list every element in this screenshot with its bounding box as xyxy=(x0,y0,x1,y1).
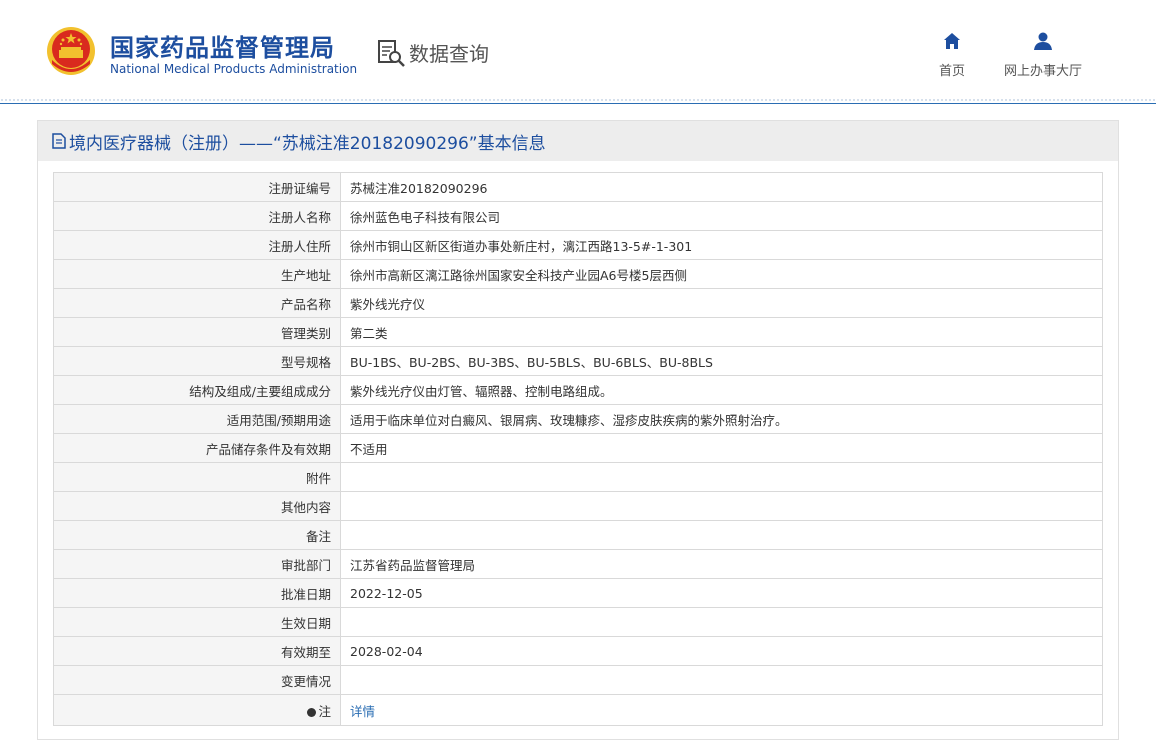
row-value: 适用于临床单位对白癜风、银屑病、玫瑰糠疹、湿疹皮肤疾病的紫外照射治疗。 xyxy=(340,404,1103,434)
document-icon xyxy=(52,133,66,149)
home-icon xyxy=(944,33,960,49)
note-label: 注 xyxy=(318,703,331,719)
row-value xyxy=(340,665,1103,695)
table-row: 注册证编号 苏械注准20182090296 xyxy=(53,172,1103,202)
row-label: 其他内容 xyxy=(53,491,341,521)
row-value xyxy=(340,607,1103,637)
panel-title-text: 境内医疗器械（注册）——“苏械注准20182090296”基本信息 xyxy=(69,133,546,154)
table-row: 产品名称 紫外线光疗仪 xyxy=(53,288,1103,318)
row-label: 型号规格 xyxy=(53,346,341,376)
nav-online-hall-label: 网上办事大厅 xyxy=(1003,64,1082,79)
row-value: 苏械注准20182090296 xyxy=(340,172,1103,202)
details-link[interactable]: 详情 xyxy=(350,704,375,719)
header-divider xyxy=(0,103,1156,104)
data-query-label: 数据查询 xyxy=(409,42,489,66)
site-title[interactable]: 国家药品监督管理局 xyxy=(110,28,335,63)
row-value: 第二类 xyxy=(340,317,1103,347)
row-label: 有效期至 xyxy=(53,636,341,666)
row-value: 2028-02-04 xyxy=(340,636,1103,666)
info-table: 注册证编号 苏械注准20182090296 注册人名称 徐州蓝色电子科技有限公司 注册人… xyxy=(53,172,1103,726)
table-row: 备注 xyxy=(53,520,1103,550)
row-label: 备注 xyxy=(53,520,341,550)
table-row: 产品储存条件及有效期 不适用 xyxy=(53,433,1103,463)
national-emblem-icon xyxy=(47,27,95,75)
row-label: 注册人住所 xyxy=(53,230,341,260)
row-label: 注 xyxy=(53,694,341,726)
site-subtitle: National Medical Products Administration xyxy=(110,62,358,76)
row-value: 徐州市高新区漓江路徐州国家安全科技产业园A6号楼5层西侧 xyxy=(340,259,1103,289)
table-row: 注册人名称 徐州蓝色电子科技有限公司 xyxy=(53,201,1103,231)
row-label: 附件 xyxy=(53,462,341,492)
data-query-link[interactable]: 数据查询 xyxy=(377,38,489,67)
table-row: 变更情况 xyxy=(53,665,1103,695)
row-value xyxy=(340,520,1103,550)
row-label: 管理类别 xyxy=(53,317,341,347)
row-value: 详情 xyxy=(340,694,1103,726)
row-label: 审批部门 xyxy=(53,549,341,579)
table-row: 生产地址 徐州市高新区漓江路徐州国家安全科技产业园A6号楼5层西侧 xyxy=(53,259,1103,289)
table-row: 附件 xyxy=(53,462,1103,492)
user-icon xyxy=(1034,32,1052,50)
nav-online-hall[interactable]: 网上办事大厅 xyxy=(1000,32,1086,79)
table-row: 型号规格 BU-1BS、BU-2BS、BU-3BS、BU-5BLS、BU-6BLS… xyxy=(53,346,1103,376)
row-label: 生效日期 xyxy=(53,607,341,637)
registration-info-panel: 境内医疗器械（注册）——“苏械注准20182090296”基本信息 注册证编号苏… xyxy=(37,120,1119,740)
document-search-icon xyxy=(378,39,405,67)
row-value: BU-1BS、BU-2BS、BU-3BS、BU-5BLS、BU-6BLS、BU-… xyxy=(340,346,1103,376)
table-row: 适用范围/预期用途 适用于临床单位对白癜风、银屑病、玫瑰糠疹、湿疹皮肤疾病的紫外照… xyxy=(53,404,1103,434)
row-value: 紫外线光疗仪 xyxy=(340,288,1103,318)
row-label: 适用范围/预期用途 xyxy=(53,404,341,434)
table-row: 有效期至 2028-02-04 xyxy=(53,636,1103,666)
row-label: 产品名称 xyxy=(53,288,341,318)
table-row-note: 注 详情 xyxy=(53,694,1103,726)
table-row: 管理类别 第二类 xyxy=(53,317,1103,347)
row-label: 变更情况 xyxy=(53,665,341,695)
row-label: 注册证编号 xyxy=(53,172,341,202)
row-label: 结构及组成/主要组成成分 xyxy=(53,375,341,405)
row-value xyxy=(340,462,1103,492)
panel-title: 境内医疗器械（注册）——“苏械注准20182090296”基本信息 xyxy=(38,121,1118,161)
row-label: 注册人名称 xyxy=(53,201,341,231)
row-value: 2022-12-05 xyxy=(340,578,1103,608)
nav-home-label: 首页 xyxy=(938,64,965,79)
table-row: 批准日期 2022-12-05 xyxy=(53,578,1103,608)
site-header: 国家药品监督管理局 National Medical Products Admi… xyxy=(0,0,1156,104)
row-label: 批准日期 xyxy=(53,578,341,608)
row-label: 生产地址 xyxy=(53,259,341,289)
row-value xyxy=(340,491,1103,521)
table-row: 其他内容 xyxy=(53,491,1103,521)
table-row: 审批部门 江苏省药品监督管理局 xyxy=(53,549,1103,579)
row-label: 产品储存条件及有效期 xyxy=(53,433,341,463)
nav-home[interactable]: 首页 xyxy=(936,32,968,79)
table-row: 生效日期 xyxy=(53,607,1103,637)
table-row: 注册人住所 徐州市铜山区新区街道办事处新庄村，漓江西路13-5#-1-301 xyxy=(53,230,1103,260)
row-value: 不适用 xyxy=(340,433,1103,463)
row-value: 徐州市铜山区新区街道办事处新庄村，漓江西路13-5#-1-301 xyxy=(340,230,1103,260)
row-value: 紫外线光疗仪由灯管、辐照器、控制电路组成。 xyxy=(340,375,1103,405)
table-row: 结构及组成/主要组成成分 紫外线光疗仪由灯管、辐照器、控制电路组成。 xyxy=(53,375,1103,405)
row-value: 江苏省药品监督管理局 xyxy=(340,549,1103,579)
info-dot-icon xyxy=(307,707,317,717)
row-value: 徐州蓝色电子科技有限公司 xyxy=(340,201,1103,231)
